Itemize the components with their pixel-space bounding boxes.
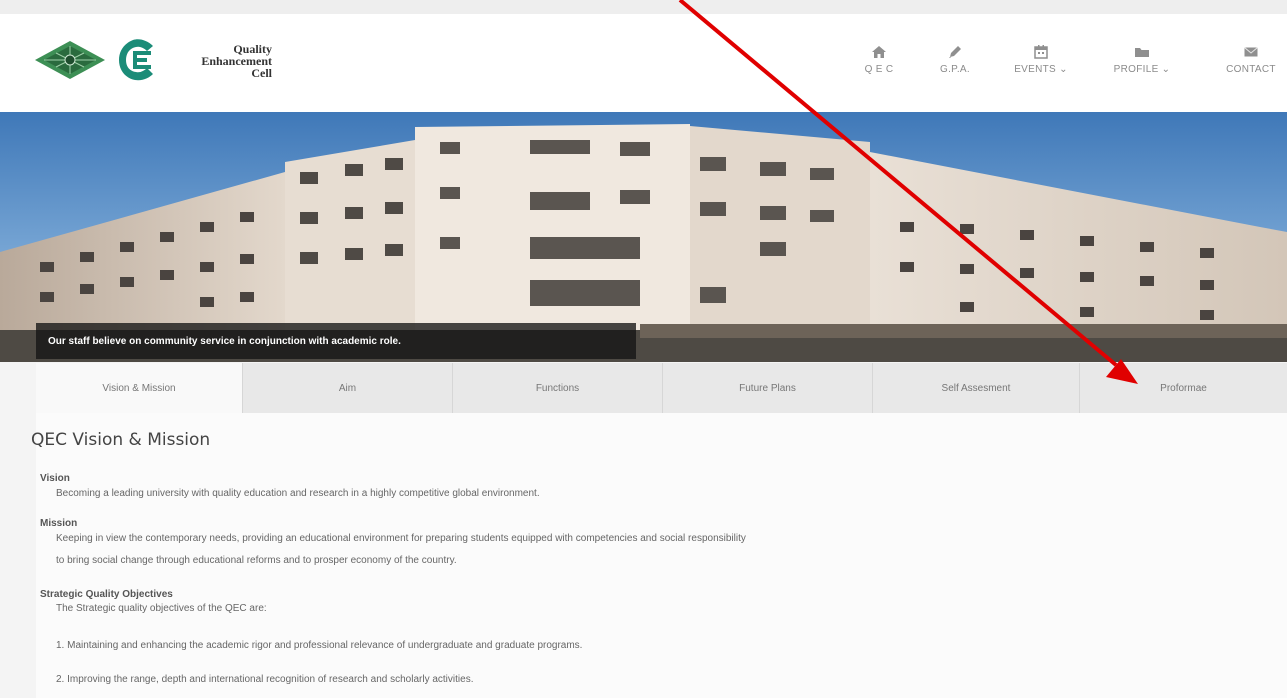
objective-item: 2. Improving the range, depth and intern… <box>56 674 474 685</box>
logo-text-line: Cell <box>251 66 272 80</box>
nav-item-profile[interactable]: PROFILE ⌄ <box>1099 44 1185 75</box>
objectives-intro: The Strategic quality objectives of the … <box>56 603 267 614</box>
nav-item-qec[interactable]: Q E C <box>851 44 907 75</box>
vision-label: Vision <box>40 473 70 484</box>
objective-item: 1. Maintaining and enhancing the academi… <box>56 640 583 651</box>
tab-vision-mission[interactable]: Vision & Mission <box>36 363 242 413</box>
mission-label: Mission <box>40 518 78 529</box>
nav-label: PROFILE ⌄ <box>1113 64 1171 75</box>
qec-logo-icon[interactable] <box>117 38 157 82</box>
nav-label: EVENTS ⌄ <box>1014 64 1068 75</box>
nav-label: CONTACT <box>1226 64 1276 75</box>
nav-item-gpa[interactable]: G.P.A. <box>927 44 983 75</box>
tab-future-plans[interactable]: Future Plans <box>662 363 872 413</box>
mail-icon <box>1244 47 1258 57</box>
objectives-label: Strategic Quality Objectives <box>40 589 173 600</box>
university-emblem-icon[interactable] <box>34 40 106 80</box>
calendar-icon <box>1034 45 1048 59</box>
top-strip <box>0 0 1287 14</box>
tab-aim[interactable]: Aim <box>242 363 452 413</box>
nav-label: G.P.A. <box>940 64 970 75</box>
nav-item-events[interactable]: EVENTS ⌄ <box>1001 44 1081 75</box>
tab-bar: Vision & Mission Aim Functions Future Pl… <box>36 363 1287 413</box>
tab-proformae[interactable]: Proformae <box>1079 363 1287 413</box>
home-icon <box>872 46 886 58</box>
logo-text: Quality Enhancement Cell <box>160 43 272 79</box>
folder-icon <box>1135 48 1149 57</box>
site-header: Quality Enhancement Cell Q E C G.P.A. EV… <box>0 14 1287 113</box>
nav-label: Q E C <box>864 64 894 75</box>
tab-functions[interactable]: Functions <box>452 363 662 413</box>
nav-item-contact[interactable]: CONTACT <box>1219 44 1283 75</box>
page-title: QEC Vision & Mission <box>31 430 211 450</box>
vision-text: Becoming a leading university with quali… <box>56 488 540 499</box>
tab-self-assesment[interactable]: Self Assesment <box>872 363 1079 413</box>
main-nav: Q E C G.P.A. EVENTS ⌄ PROFILE ⌄ CONTACT <box>847 44 1287 94</box>
banner-caption: Our staff believe on community service i… <box>48 336 401 347</box>
mission-text-line: to bring social change through education… <box>56 555 457 566</box>
mission-text-line: Keeping in view the contemporary needs, … <box>56 533 746 544</box>
pencil-icon <box>949 46 961 58</box>
